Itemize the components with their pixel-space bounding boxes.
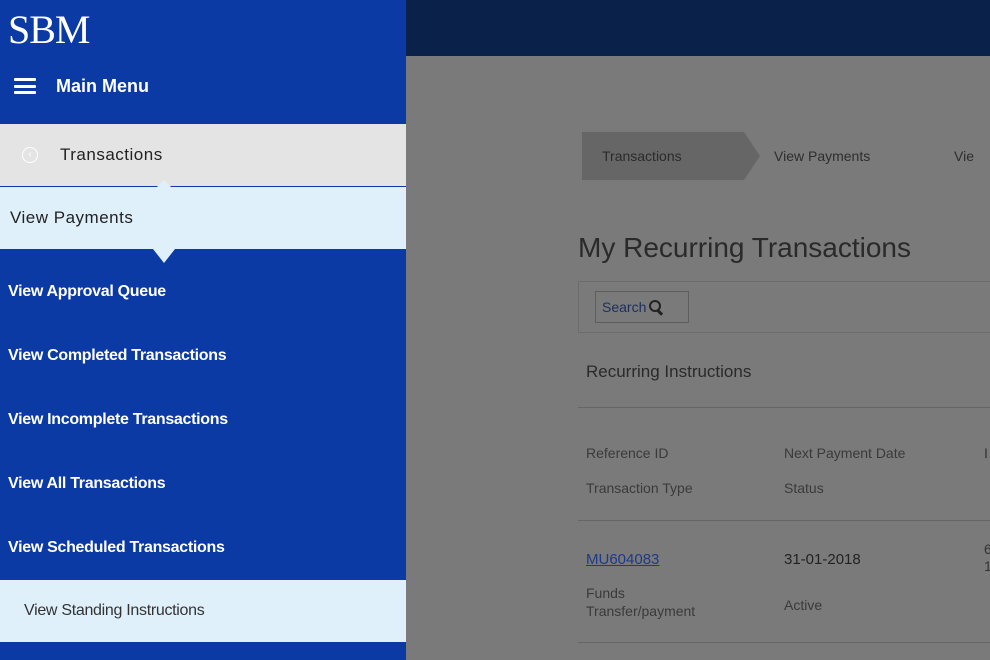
next-payment-date-cell: 31-01-2018: [784, 551, 861, 568]
main-menu-label: Main Menu: [56, 75, 149, 96]
sidebar-current-label: View Payments: [10, 208, 134, 227]
column-header-status[interactable]: Status: [784, 480, 824, 496]
hamburger-icon[interactable]: [14, 78, 36, 94]
breadcrumb-item-transactions[interactable]: Transactions: [582, 132, 760, 180]
column-header-reference-id[interactable]: Reference ID: [586, 445, 668, 461]
search-icon: [649, 300, 664, 316]
transaction-type-cell: Funds Transfer/payment: [586, 585, 696, 619]
search-button[interactable]: Search: [595, 291, 689, 323]
top-header-bar: [406, 0, 990, 56]
section-title: Recurring Instructions: [586, 362, 752, 381]
sidebar-item-view-all-transactions[interactable]: View All Transactions: [0, 452, 406, 516]
reference-id-link[interactable]: MU604083: [586, 551, 659, 568]
sidebar-item-view-completed-transactions[interactable]: View Completed Transactions: [0, 324, 406, 388]
sidebar: SBM Main Menu ‹ Transactions View Paymen…: [0, 0, 406, 660]
divider: [578, 520, 990, 521]
search-button-label: Search: [602, 299, 647, 315]
sidebar-parent-label: Transactions: [60, 145, 163, 164]
column-header-next-payment-date[interactable]: Next Payment Date: [784, 445, 905, 461]
divider: [578, 642, 990, 643]
sidebar-item-view-standing-instructions[interactable]: View Standing Instructions: [0, 580, 406, 642]
sidebar-item-view-scheduled-transactions[interactable]: View Scheduled Transactions: [0, 516, 406, 580]
sidebar-current-view-payments[interactable]: View Payments: [0, 187, 406, 249]
breadcrumb-item-view-payments[interactable]: View Payments: [744, 132, 938, 180]
main-menu-toggle[interactable]: Main Menu: [14, 70, 149, 102]
column-header-partial: I: [984, 445, 988, 461]
sidebar-back-transactions[interactable]: ‹ Transactions: [0, 124, 406, 186]
partial-cell: 1: [984, 558, 990, 574]
partial-cell: 6: [984, 541, 990, 557]
page-title: My Recurring Transactions: [578, 232, 912, 263]
sidebar-item-view-incomplete-transactions[interactable]: View Incomplete Transactions: [0, 388, 406, 452]
status-cell: Active: [784, 597, 823, 613]
sidebar-nav-list: View Approval Queue View Completed Trans…: [0, 260, 406, 642]
breadcrumb: Transactions View Payments Vie: [582, 132, 990, 180]
divider: [578, 407, 990, 408]
column-header-transaction-type[interactable]: Transaction Type: [586, 480, 693, 496]
search-panel: Search: [578, 281, 990, 333]
sbm-logo[interactable]: SBM: [8, 6, 90, 54]
sidebar-item-view-approval-queue[interactable]: View Approval Queue: [0, 260, 406, 324]
breadcrumb-label: View Payments: [774, 148, 871, 164]
back-arrow-icon[interactable]: ‹: [22, 147, 38, 163]
